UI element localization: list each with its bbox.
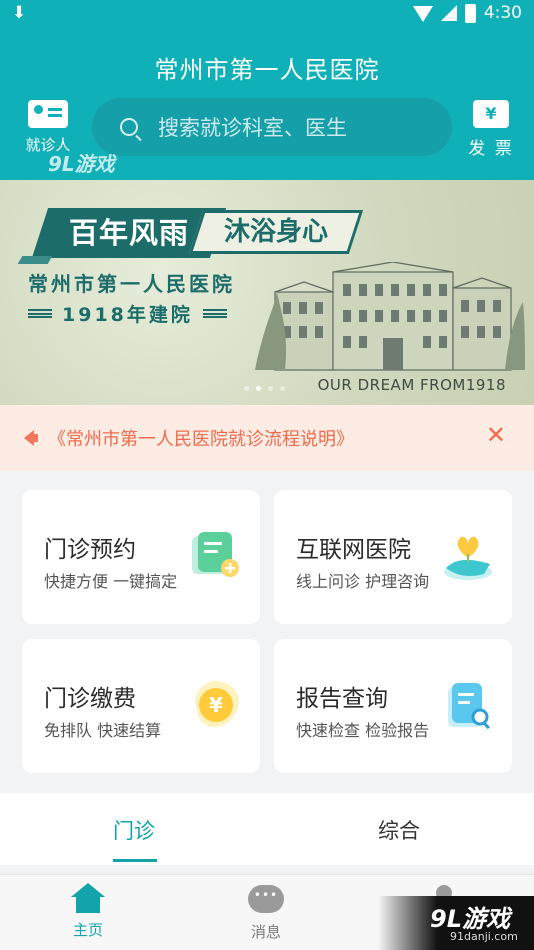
service-title: 门诊预约 <box>44 537 136 563</box>
banner-decor-strip <box>17 256 53 264</box>
banner-hospital-name: 常州市第一人民医院 <box>28 272 235 296</box>
signal-icon <box>440 5 457 21</box>
service-card-internet-hospital[interactable]: 互联网医院 线上问诊 护理咨询 <box>274 490 512 624</box>
banner-year: 1918年建院 <box>62 304 193 326</box>
service-title: 门诊缴费 <box>44 686 136 712</box>
notice-bar[interactable]: 《常州市第一人民医院就诊流程说明》 ✕ <box>0 405 534 471</box>
search-bar[interactable]: 搜索就诊科室、医生 <box>92 98 452 156</box>
nav-home[interactable]: 主页 <box>48 883 128 940</box>
tab-general[interactable]: 综合 <box>378 815 420 845</box>
banner-decor-lines-left <box>28 309 52 318</box>
banner-carousel[interactable]: 百年风雨 沐浴身心 常州市第一人民医院 1918年建院 OUR DREAM FR… <box>0 180 534 405</box>
download-icon: ⬇ <box>12 3 27 23</box>
tab-outpatient[interactable]: 门诊 <box>113 815 155 845</box>
hospital-building-illustration <box>255 262 525 371</box>
watermark-brand: 9L游戏 <box>48 152 115 176</box>
home-icon <box>71 883 105 913</box>
carousel-dot[interactable] <box>268 386 273 391</box>
tab-active-indicator <box>113 859 157 862</box>
nav-messages[interactable]: 消息 <box>226 883 306 942</box>
chat-bubble-icon <box>248 885 284 913</box>
app-header: 常州市第一人民医院 就诊人 搜索就诊科室、医生 9L游戏 91danji.com… <box>0 28 534 195</box>
wifi-icon <box>412 6 433 22</box>
id-card-icon <box>28 100 68 128</box>
content-tabs: 门诊 综合 <box>0 793 534 865</box>
status-bar: ⬇ 4:30 <box>0 0 534 28</box>
watermark-domain: 91danji.com <box>450 930 518 943</box>
svg-text:¥: ¥ <box>209 693 223 717</box>
nav-home-label: 主页 <box>72 921 103 939</box>
patient-card-button[interactable]: 就诊人 <box>18 100 78 155</box>
service-subtitle: 线上问诊 护理咨询 <box>296 572 430 591</box>
appointment-icon <box>192 532 239 577</box>
invoice-label: 发 票 <box>468 139 514 159</box>
payment-icon: ¥ <box>195 681 239 727</box>
speaker-icon <box>24 430 38 446</box>
close-icon[interactable]: ✕ <box>486 421 506 449</box>
notice-text[interactable]: 《常州市第一人民医院就诊流程说明》 <box>48 425 354 451</box>
carousel-indicator[interactable] <box>244 386 285 391</box>
carousel-dot[interactable] <box>280 386 285 391</box>
carousel-dot-active[interactable] <box>256 386 261 391</box>
service-subtitle: 免排队 快速结算 <box>44 721 162 740</box>
service-subtitle: 快捷方便 一键搞定 <box>44 572 178 591</box>
banner-decor-lines-right <box>202 309 227 318</box>
service-title: 互联网医院 <box>296 537 411 563</box>
service-subtitle: 快速检查 检验报告 <box>296 721 430 740</box>
internet-hospital-icon <box>444 536 492 580</box>
report-icon <box>448 683 490 730</box>
watermark-brand: 9L游戏 <box>430 905 510 933</box>
banner-dream-text: OUR DREAM FROM1918 <box>317 376 506 394</box>
status-time: 4:30 <box>483 3 522 23</box>
service-card-payment[interactable]: 门诊缴费 免排队 快速结算 ¥ <box>22 639 260 773</box>
page-title: 常州市第一人民医院 <box>154 56 380 84</box>
service-title: 报告查询 <box>296 686 388 712</box>
search-icon <box>120 118 138 136</box>
carousel-dot[interactable] <box>244 386 249 391</box>
ticket-icon: ¥ <box>473 100 509 128</box>
battery-icon <box>464 3 476 23</box>
service-card-appointment[interactable]: 门诊预约 快捷方便 一键搞定 <box>22 490 260 624</box>
banner-year-row: 1918年建院 <box>28 300 227 327</box>
watermark-corner: 9L游戏 91danji.com <box>378 896 534 950</box>
nav-messages-label: 消息 <box>250 923 281 941</box>
search-placeholder: 搜索就诊科室、医生 <box>158 116 347 140</box>
service-card-report[interactable]: 报告查询 快速检查 检验报告 <box>274 639 512 773</box>
service-grid: 门诊预约 快捷方便 一键搞定 互联网医院 线上问诊 护理咨询 门诊缴费 免排队 … <box>0 471 534 793</box>
banner-tag-bathe: 沐浴身心 <box>188 210 364 254</box>
invoice-button[interactable]: ¥ 发 票 <box>466 100 516 159</box>
